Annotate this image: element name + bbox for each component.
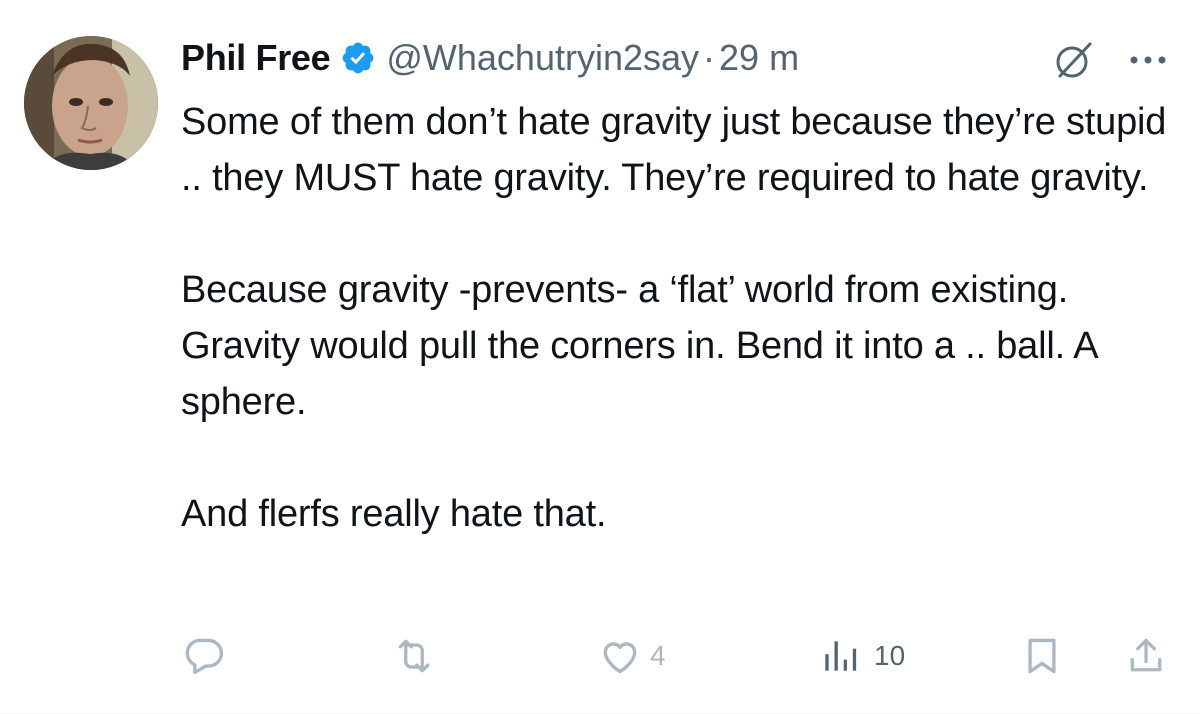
post-timestamp[interactable]: 29 m [719,37,799,79]
tweet-actions-bar: 4 10 [0,628,1200,684]
verified-badge-icon [342,42,374,74]
reply-icon [185,638,224,675]
like-button[interactable]: 4 [598,628,666,684]
avatar[interactable] [24,36,158,170]
tweet-card[interactable]: Phil Free @Whachutryin2say · 29 m Some o… [0,0,1200,714]
repost-icon [398,639,430,673]
tweet-paragraph: And flerfs really hate that. [181,493,607,535]
reply-button[interactable] [182,628,234,684]
like-count: 4 [650,640,666,671]
author-handle[interactable]: @Whachutryin2say [386,37,699,79]
bookmark-icon [1028,638,1056,674]
views-bar-chart-icon [825,641,857,671]
bookmark-button[interactable] [1020,628,1064,684]
share-button[interactable] [1124,628,1168,684]
tweet-header: Phil Free @Whachutryin2say · 29 m [181,36,799,80]
heart-icon [603,642,637,674]
author-display-name[interactable]: Phil Free [181,37,331,79]
views-button[interactable]: 10 [818,628,905,684]
repost-button[interactable] [392,628,444,684]
view-count: 10 [874,640,906,671]
share-icon [1130,638,1162,672]
tweet-text: Some of them don’t hate gravity just bec… [181,94,1181,542]
more-icon[interactable] [1124,42,1172,78]
grok-icon[interactable] [1052,38,1096,82]
avatar-photo [24,36,158,170]
tweet-paragraph: Some of them don’t hate gravity just bec… [181,101,1167,199]
tweet-paragraph: Because gravity -prevents- a ‘flat’ worl… [181,269,1097,423]
separator-dot: · [703,37,716,78]
